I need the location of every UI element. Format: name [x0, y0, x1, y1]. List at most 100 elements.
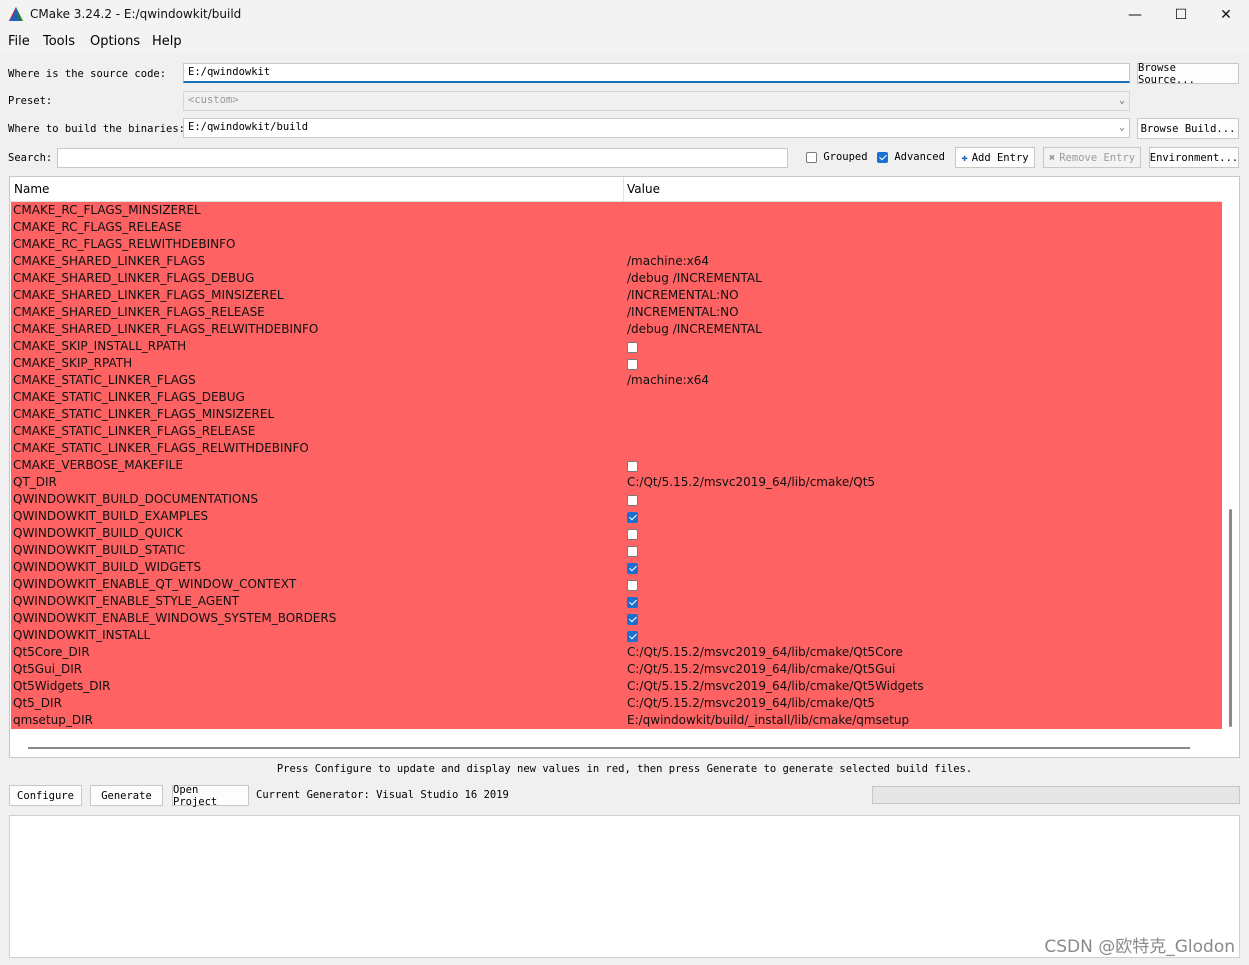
- entry-name: Qt5Widgets_DIR: [13, 679, 111, 693]
- table-row[interactable]: CMAKE_VERBOSE_MAKEFILE: [11, 457, 1222, 474]
- table-row[interactable]: QT_DIR C:/Qt/5.15.2/msvc2019_64/lib/cmake…: [11, 474, 1222, 491]
- table-row[interactable]: QWINDOWKIT_ENABLE_WINDOWS_SYSTEM_BORDERS: [11, 610, 1222, 627]
- browse-source-button[interactable]: Browse Source...: [1137, 62, 1239, 86]
- table-row[interactable]: CMAKE_RC_FLAGS_RELWITHDEBINFO: [11, 236, 1222, 253]
- entry-value-cell[interactable]: [627, 543, 638, 557]
- preset-select[interactable]: <custom> ⌄: [183, 91, 1130, 111]
- column-header-name[interactable]: Name: [14, 182, 49, 196]
- advanced-checkbox-box[interactable]: [877, 151, 888, 163]
- entry-value[interactable]: C:/Qt/5.15.2/msvc2019_64/lib/cmake/Qt5: [627, 475, 875, 489]
- main-panel: Where is the source code: E:/qwindowkit …: [0, 52, 1249, 965]
- entry-value[interactable]: /INCREMENTAL:NO: [627, 288, 739, 302]
- table-row[interactable]: CMAKE_RC_FLAGS_RELEASE: [11, 219, 1222, 236]
- entry-value[interactable]: /debug /INCREMENTAL: [627, 271, 762, 285]
- close-icon[interactable]: ✕: [1203, 0, 1249, 30]
- entry-value-cell[interactable]: [627, 509, 638, 523]
- entry-value[interactable]: E:/qwindowkit/build/_install/lib/cmake/q…: [627, 713, 909, 727]
- entry-name: QWINDOWKIT_INSTALL: [13, 628, 151, 642]
- table-row[interactable]: QWINDOWKIT_ENABLE_QT_WINDOW_CONTEXT: [11, 576, 1222, 593]
- table-row[interactable]: CMAKE_STATIC_LINKER_FLAGS_RELEASE: [11, 423, 1222, 440]
- menu-tools[interactable]: Tools: [43, 34, 75, 49]
- entry-checkbox[interactable]: [627, 342, 638, 353]
- table-row[interactable]: QWINDOWKIT_BUILD_DOCUMENTATIONS: [11, 491, 1222, 508]
- column-header-value[interactable]: Value: [627, 182, 660, 196]
- entry-value-cell[interactable]: [627, 628, 638, 642]
- entry-checkbox[interactable]: [627, 546, 638, 557]
- table-row[interactable]: CMAKE_SHARED_LINKER_FLAGS_MINSIZEREL/INC…: [11, 287, 1222, 304]
- menu-options[interactable]: Options: [90, 34, 140, 49]
- advanced-checkbox[interactable]: Advanced: [877, 151, 945, 163]
- table-row[interactable]: QWINDOWKIT_INSTALL: [11, 627, 1222, 644]
- configure-button[interactable]: Configure: [9, 785, 82, 806]
- table-row[interactable]: QWINDOWKIT_BUILD_QUICK: [11, 525, 1222, 542]
- table-row[interactable]: CMAKE_STATIC_LINKER_FLAGS_RELWITHDEBINFO: [11, 440, 1222, 457]
- table-row[interactable]: CMAKE_SHARED_LINKER_FLAGS_RELEASE/INCREM…: [11, 304, 1222, 321]
- table-row[interactable]: CMAKE_STATIC_LINKER_FLAGS_DEBUG: [11, 389, 1222, 406]
- entry-checkbox[interactable]: [627, 631, 638, 642]
- entry-value-cell[interactable]: [627, 458, 638, 472]
- generate-button[interactable]: Generate: [90, 785, 163, 806]
- table-row[interactable]: CMAKE_SHARED_LINKER_FLAGS/machine:x64: [11, 253, 1222, 270]
- entry-value[interactable]: /INCREMENTAL:NO: [627, 305, 739, 319]
- table-row[interactable]: QWINDOWKIT_BUILD_WIDGETS: [11, 559, 1222, 576]
- source-input[interactable]: E:/qwindowkit: [183, 63, 1130, 83]
- remove-entry-button[interactable]: ✖ Remove Entry: [1043, 147, 1141, 168]
- entry-checkbox[interactable]: [627, 359, 638, 370]
- entry-name: CMAKE_SHARED_LINKER_FLAGS_RELWITHDEBINFO: [13, 322, 319, 336]
- table-row[interactable]: qmsetup_DIR E:/qwindowkit/build/_install/…: [11, 712, 1222, 729]
- entry-value[interactable]: /machine:x64: [627, 373, 709, 387]
- entry-value[interactable]: C:/Qt/5.15.2/msvc2019_64/lib/cmake/Qt5Gu…: [627, 662, 895, 676]
- horizontal-scrollbar[interactable]: [28, 747, 1190, 749]
- binaries-select[interactable]: E:/qwindowkit/build ⌄: [183, 118, 1130, 138]
- browse-build-button[interactable]: Browse Build...: [1137, 118, 1239, 139]
- table-row[interactable]: CMAKE_SHARED_LINKER_FLAGS_DEBUG/debug /I…: [11, 270, 1222, 287]
- entry-checkbox[interactable]: [627, 563, 638, 574]
- entry-value[interactable]: /machine:x64: [627, 254, 709, 268]
- entry-checkbox[interactable]: [627, 529, 638, 540]
- entry-checkbox[interactable]: [627, 597, 638, 608]
- entry-value-cell[interactable]: [627, 356, 638, 370]
- table-row[interactable]: QWINDOWKIT_BUILD_EXAMPLES: [11, 508, 1222, 525]
- entry-value[interactable]: /debug /INCREMENTAL: [627, 322, 762, 336]
- table-row[interactable]: Qt5_DIR C:/Qt/5.15.2/msvc2019_64/lib/cmak…: [11, 695, 1222, 712]
- grouped-checkbox-box[interactable]: [806, 151, 817, 163]
- entry-checkbox[interactable]: [627, 614, 638, 625]
- entry-name: CMAKE_RC_FLAGS_RELEASE: [13, 220, 182, 234]
- table-row[interactable]: Qt5Gui_DIR C:/Qt/5.15.2/msvc2019_64/lib/c…: [11, 661, 1222, 678]
- add-entry-button[interactable]: ✚ Add Entry: [955, 147, 1035, 168]
- table-row[interactable]: Qt5Core_DIR C:/Qt/5.15.2/msvc2019_64/lib/…: [11, 644, 1222, 661]
- entry-value[interactable]: C:/Qt/5.15.2/msvc2019_64/lib/cmake/Qt5: [627, 696, 875, 710]
- entry-value-cell[interactable]: [627, 611, 638, 625]
- maximize-icon[interactable]: ☐: [1158, 0, 1204, 30]
- entry-value-cell[interactable]: [627, 594, 638, 608]
- table-row[interactable]: QWINDOWKIT_BUILD_STATIC: [11, 542, 1222, 559]
- column-divider[interactable]: [623, 177, 624, 201]
- entry-value-cell[interactable]: [627, 339, 638, 353]
- entry-value-cell[interactable]: [627, 560, 638, 574]
- entry-value[interactable]: C:/Qt/5.15.2/msvc2019_64/lib/cmake/Qt5Wi…: [627, 679, 924, 693]
- open-project-button[interactable]: Open Project: [172, 784, 249, 808]
- menu-help[interactable]: Help: [152, 34, 182, 49]
- vertical-scrollbar[interactable]: [1229, 509, 1232, 727]
- table-row[interactable]: CMAKE_SKIP_RPATH: [11, 355, 1222, 372]
- table-row[interactable]: Qt5Widgets_DIR C:/Qt/5.15.2/msvc2019_64/l…: [11, 678, 1222, 695]
- entry-checkbox[interactable]: [627, 461, 638, 472]
- environment-button[interactable]: Environment...: [1149, 147, 1239, 168]
- table-row[interactable]: CMAKE_SHARED_LINKER_FLAGS_RELWITHDEBINFO…: [11, 321, 1222, 338]
- entry-checkbox[interactable]: [627, 580, 638, 591]
- entry-value-cell[interactable]: [627, 577, 638, 591]
- table-row[interactable]: CMAKE_RC_FLAGS_MINSIZEREL: [11, 202, 1222, 219]
- minimize-icon[interactable]: —: [1112, 0, 1158, 30]
- table-row[interactable]: QWINDOWKIT_ENABLE_STYLE_AGENT: [11, 593, 1222, 610]
- menu-file[interactable]: File: [8, 34, 30, 49]
- entry-value-cell[interactable]: [627, 492, 638, 506]
- entry-value-cell[interactable]: [627, 526, 638, 540]
- search-input[interactable]: [57, 148, 788, 168]
- entry-checkbox[interactable]: [627, 512, 638, 523]
- entry-checkbox[interactable]: [627, 495, 638, 506]
- grouped-checkbox[interactable]: Grouped: [806, 151, 868, 163]
- table-row[interactable]: CMAKE_STATIC_LINKER_FLAGS_MINSIZEREL: [11, 406, 1222, 423]
- table-row[interactable]: CMAKE_STATIC_LINKER_FLAGS/machine:x64: [11, 372, 1222, 389]
- table-row[interactable]: CMAKE_SKIP_INSTALL_RPATH: [11, 338, 1222, 355]
- entry-value[interactable]: C:/Qt/5.15.2/msvc2019_64/lib/cmake/Qt5Co…: [627, 645, 903, 659]
